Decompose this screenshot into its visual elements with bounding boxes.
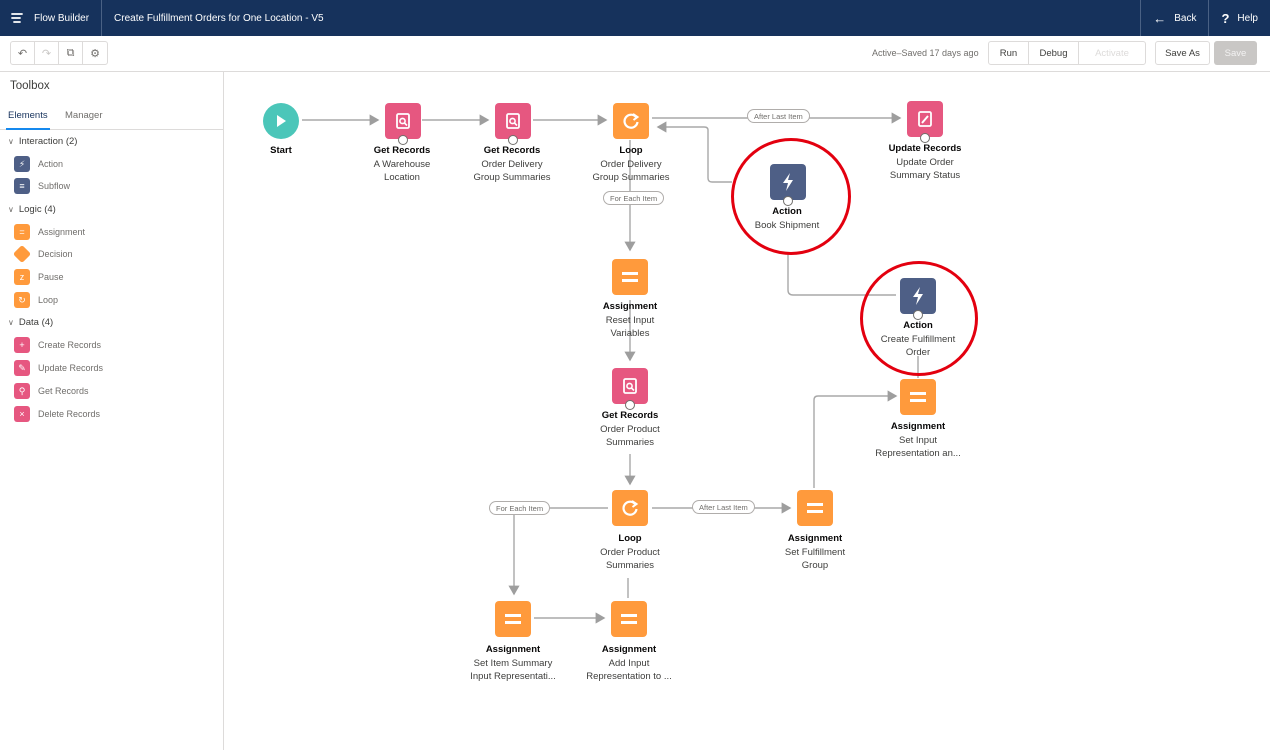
loop-node[interactable] [612,490,648,526]
loop-node[interactable] [613,103,649,139]
assignment-node[interactable] [900,379,936,415]
node-subtitle: Variables [610,328,650,339]
node-subtitle: Representation an... [875,448,961,459]
node-label: Assignment Set Input Representation an..… [858,420,978,461]
node-title: Start [270,145,292,156]
node-label: Get Records Order Delivery Group Summari… [452,144,572,185]
get-records-node[interactable] [612,368,648,410]
node-subtitle: Reset Input [605,314,655,326]
node-subtitle: Summaries [605,560,655,571]
node-title: Assignment [890,421,946,432]
node-label: Start [221,144,341,158]
highlight-circle [731,138,851,255]
start-node[interactable] [263,103,299,139]
assignment-icon [621,614,637,624]
node-title: Get Records [483,145,541,156]
node-subtitle: Set Item Summary [473,657,553,669]
node-title: Update Records [888,143,962,154]
assignment-icon [910,392,926,402]
update-records-node[interactable] [907,101,943,143]
node-subtitle: Order Delivery [481,158,543,170]
node-subtitle: Order Product [600,423,660,435]
node-subtitle: Summaries [605,437,655,448]
connector-label[interactable]: After Last Item [692,500,755,514]
node-subtitle: A Warehouse [373,158,431,170]
assignment-node[interactable] [612,259,648,295]
node-title: Get Records [601,410,659,421]
assignment-icon [505,614,521,624]
highlight-circle [860,261,978,376]
assignment-node[interactable] [797,490,833,526]
node-subtitle: Update Order [896,156,954,168]
get-records-node[interactable] [495,103,531,145]
node-label: Assignment Set Item Summary Input Repres… [453,643,573,684]
node-title: Assignment [485,644,541,655]
play-icon [277,115,286,127]
connector-label[interactable]: After Last Item [747,109,810,123]
node-subtitle: Group Summaries [473,172,551,183]
assignment-icon [622,272,638,282]
assignment-icon [807,503,823,513]
loop-icon [622,500,639,516]
node-label: Get Records Order Product Summaries [570,409,690,450]
node-label: Loop Order Product Summaries [570,532,690,573]
get-records-icon [623,378,637,394]
assignment-node[interactable] [611,601,647,637]
connector-label[interactable]: For Each Item [603,191,665,205]
node-label: Loop Order Delivery Group Summaries [571,144,691,185]
get-records-node[interactable] [385,103,421,145]
node-subtitle: Order Product [600,546,660,558]
get-records-icon [506,113,520,129]
node-subtitle: Set Input [898,434,938,446]
node-subtitle: Order Delivery [600,158,662,170]
get-records-icon [396,113,410,129]
update-records-icon [918,111,932,127]
node-subtitle: Set Fulfillment [784,546,846,558]
assignment-node[interactable] [495,601,531,637]
loop-icon [623,113,640,129]
node-subtitle: Input Representati... [470,671,556,682]
node-title: Loop [619,145,643,156]
node-title: Assignment [787,533,843,544]
node-subtitle: Representation to ... [586,671,672,682]
node-title: Assignment [601,644,657,655]
node-label: Update Records Update Order Summary Stat… [865,142,985,183]
node-subtitle: Group Summaries [592,172,670,183]
node-subtitle: Add Input [608,657,650,669]
node-label: Assignment Add Input Representation to .… [569,643,689,684]
node-title: Assignment [602,301,658,312]
node-subtitle: Location [384,172,420,183]
node-title: Loop [618,533,642,544]
node-label: Assignment Reset Input Variables [570,300,690,341]
node-subtitle: Summary Status [889,170,961,181]
node-label: Assignment Set Fulfillment Group [755,532,875,573]
node-title: Get Records [373,145,431,156]
connector-label[interactable]: For Each Item [489,501,551,515]
node-label: Get Records A Warehouse Location [342,144,462,185]
node-subtitle: Group [801,560,829,571]
